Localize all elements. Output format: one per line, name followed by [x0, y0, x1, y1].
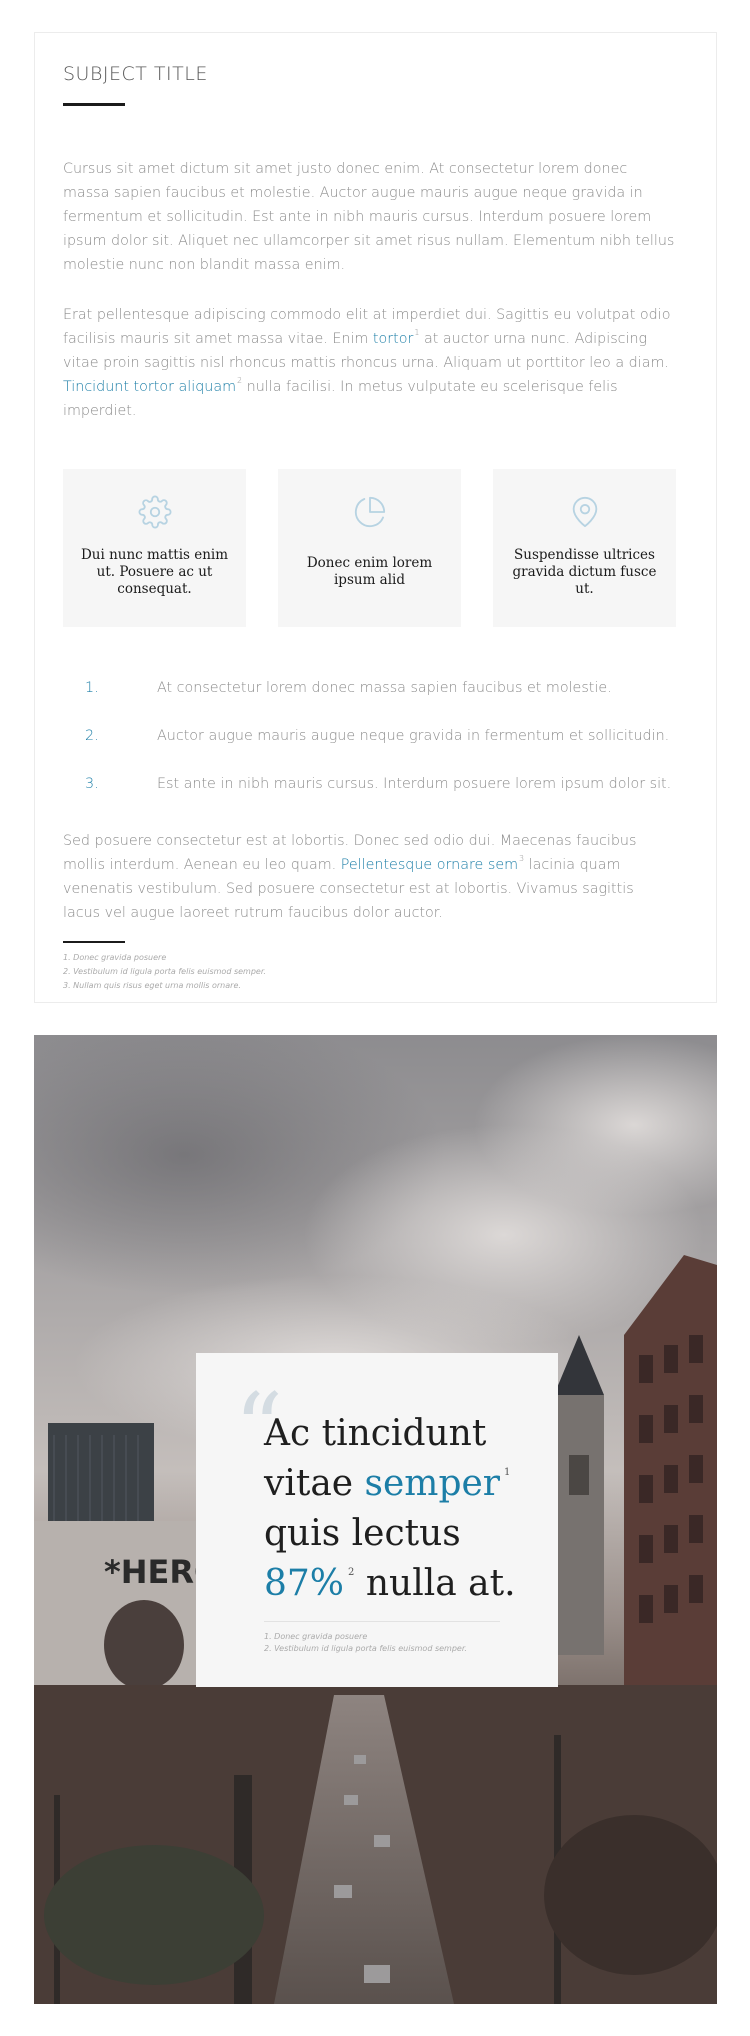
pie-chart-icon — [354, 496, 386, 528]
pull-quote-text: Ac tincidunt vitae semper 1 quis lectus 8… — [264, 1409, 544, 1609]
footnote: 3. Nullam quis risus eget urna mollis or… — [63, 981, 241, 990]
quote-line: quis lectus — [264, 1513, 461, 1554]
paragraph-2: Erat pellentesque adipiscing commodo eli… — [63, 303, 675, 423]
footnote: 2. Vestibulum id ligula porta felis euis… — [264, 1644, 467, 1653]
footnote-divider — [63, 941, 125, 943]
quote-highlight: 87% — [264, 1563, 345, 1604]
quote-line-text: vitae — [264, 1463, 365, 1504]
paragraph-1: Cursus sit amet dictum sit amet justo do… — [63, 161, 675, 273]
list-number: 3. — [85, 776, 99, 792]
list-number: 2. — [85, 728, 99, 744]
quote-line: Ac tincidunt — [264, 1413, 487, 1454]
footnote: 2. Vestibulum id ligula porta felis euis… — [63, 967, 266, 976]
list-number: 1. — [85, 680, 99, 696]
quote-footnotes: 1. Donec gravida posuere 2. Vestibulum i… — [264, 1631, 467, 1655]
map-pin-icon — [572, 496, 598, 528]
footnote-ref-1: 1 — [504, 1467, 511, 1478]
subject-title: SUBJECT TITLE — [63, 63, 208, 85]
footnote: 1. Donec gravida posuere — [264, 1632, 368, 1641]
link-pellentesque[interactable]: Pellentesque ornare sem — [341, 857, 518, 873]
article-card: SUBJECT TITLE Cursus sit amet dictum sit… — [34, 32, 717, 1003]
quote-line: vitae semper 1 — [264, 1459, 544, 1509]
list-text: Est ante in nibh mauris cursus. Interdum… — [157, 776, 672, 792]
footnote: 1. Donec gravida posuere — [63, 953, 167, 962]
gear-icon — [138, 495, 172, 529]
quote-divider — [264, 1621, 500, 1622]
feature-text: Suspendisse ultrices gravida dictum fusc… — [512, 547, 657, 597]
feature-text: Donec enim lorem ipsum alid — [306, 555, 433, 588]
city-street-photo: *HERO “ Ac tincidunt vitae semper 1 quis… — [34, 1035, 717, 2004]
quote-highlight: semper — [364, 1463, 501, 1504]
title-underline — [63, 103, 125, 106]
quote-line-text: nulla at. — [354, 1563, 516, 1604]
feature-card-settings: Dui nunc mattis enim ut. Posuere ac ut c… — [63, 469, 246, 627]
footnotes: 1. Donec gravida posuere 2. Vestibulum i… — [63, 951, 266, 993]
pull-quote-card: “ Ac tincidunt vitae semper 1 quis lectus… — [196, 1353, 558, 1687]
feature-card-chart: Donec enim lorem ipsum alid — [278, 469, 461, 627]
feature-text: Dui nunc mattis enim ut. Posuere ac ut c… — [80, 547, 229, 597]
quote-line: 87% 2 nulla at. — [264, 1559, 544, 1609]
link-tincidunt[interactable]: Tincidunt tortor aliquam — [63, 379, 236, 395]
paragraph-3: Sed posuere consectetur est at lobortis.… — [63, 829, 675, 925]
link-tortor[interactable]: tortor — [373, 331, 413, 347]
list-text: At consectetur lorem donec massa sapien … — [157, 680, 612, 696]
list-text: Auctor augue mauris augue neque gravida … — [157, 728, 670, 744]
feature-card-location: Suspendisse ultrices gravida dictum fusc… — [493, 469, 676, 627]
